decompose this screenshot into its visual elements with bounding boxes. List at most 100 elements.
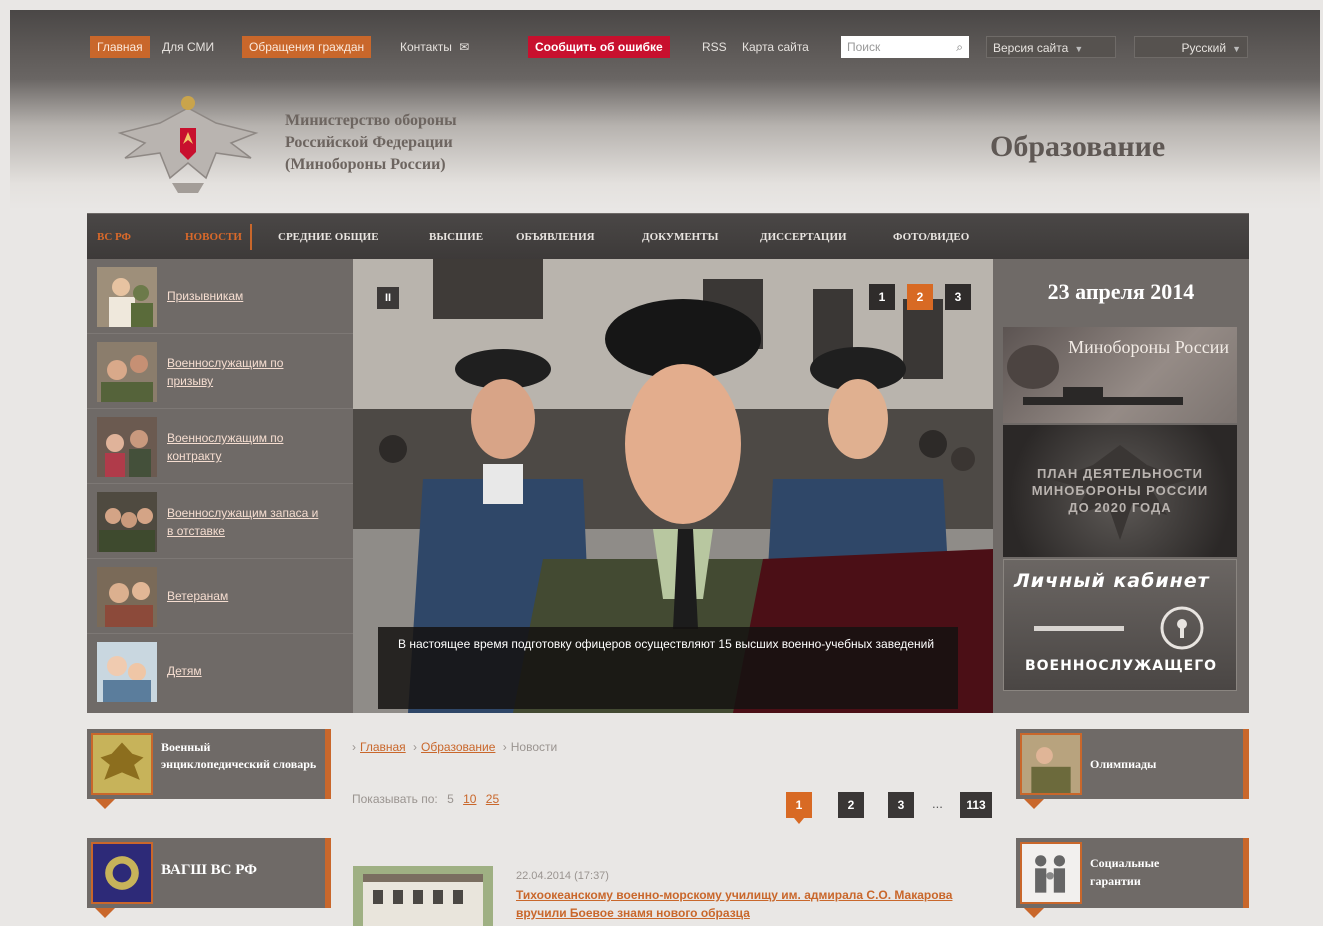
category-label: Военнослужащим по контракту xyxy=(167,431,284,463)
activity-plan-line-2: МИНОБОРОНЫ РОССИИ xyxy=(1031,483,1209,498)
veterans-photo xyxy=(97,567,157,627)
emblem-icon xyxy=(91,733,153,795)
main-nav: ВС РФ Новости Средние общие Высшие Объяв… xyxy=(87,213,1249,259)
site-version-label: Версия сайта xyxy=(993,41,1069,55)
category-item[interactable]: Военнослужащим по контракту xyxy=(87,409,353,484)
chevron-down-icon: ▼ xyxy=(1232,44,1241,54)
per-page-option-10[interactable]: 10 xyxy=(463,792,476,806)
double-eagle-emblem-icon[interactable] xyxy=(110,88,266,198)
rss-link[interactable]: RSS xyxy=(702,36,727,58)
category-item[interactable]: Призывникам xyxy=(87,259,353,334)
box-tail xyxy=(1024,908,1044,918)
sitemap-link[interactable]: Карта сайта xyxy=(742,36,809,58)
category-label: Детям xyxy=(167,664,202,678)
nav-item-documents[interactable]: Документы xyxy=(642,214,718,260)
page-button-active[interactable]: 1 xyxy=(786,792,812,824)
breadcrumb-news: Новости xyxy=(510,740,558,754)
personal-account-banner[interactable]: Личный кабинет ВОЕННОСЛУЖАЩЕГО xyxy=(1003,559,1237,691)
media-link[interactable]: Для СМИ xyxy=(162,36,214,58)
language-label: Русский xyxy=(1181,41,1227,55)
activity-plan-banner[interactable]: ПЛАН ДЕЯТЕЛЬНОСТИ МИНОБОРОНЫ РОССИИ ДО 2… xyxy=(1003,425,1237,557)
per-page-option-25[interactable]: 25 xyxy=(486,792,499,806)
search-icon[interactable]: ⌕ xyxy=(956,36,963,58)
site-header: Министерство обороны Российской Федераци… xyxy=(10,80,1320,210)
search-placeholder: Поиск xyxy=(847,40,881,54)
news-title-link[interactable]: Тихоокеанскому военно-морскому училищу и… xyxy=(516,886,986,922)
activity-plan-text: ПЛАН ДЕЯТЕЛЬНОСТИ МИНОБОРОНЫ РОССИИ ДО 2… xyxy=(1003,465,1237,516)
slider-page-button[interactable]: 1 xyxy=(869,284,895,310)
dictionary-box[interactable]: Военный энциклопедический словарь xyxy=(87,729,331,809)
academy-badge-icon xyxy=(91,842,153,904)
category-item[interactable]: Военнослужащим по призыву xyxy=(87,334,353,409)
conscript-soldiers-photo xyxy=(97,342,157,402)
ministry-banner[interactable]: Минобороны России xyxy=(1003,327,1237,423)
nav-item-dissertations[interactable]: Диссертации xyxy=(760,214,847,260)
nav-divider xyxy=(250,224,252,250)
news-thumbnail[interactable] xyxy=(353,866,493,926)
ministry-banner-text: Минобороны России xyxy=(1068,337,1229,357)
pagination-ellipsis: ... xyxy=(932,796,943,811)
ministry-line-1: Министерство обороны xyxy=(285,112,457,129)
nav-item-secondary[interactable]: Средние общие xyxy=(278,214,379,260)
slider-page-button[interactable]: 3 xyxy=(945,284,971,310)
vagsh-box[interactable]: ВАГШ ВС РФ xyxy=(87,838,331,918)
students-photo-icon xyxy=(1020,733,1082,795)
language-select[interactable]: Русский ▼ xyxy=(1134,36,1248,58)
family-icon xyxy=(1020,842,1082,904)
conscripts-photo xyxy=(97,267,157,327)
news-date: 22.04.2014 (17:37) xyxy=(516,870,609,882)
breadcrumb-education[interactable]: Образование xyxy=(421,740,495,754)
olympiads-box[interactable]: Олимпиады xyxy=(1016,729,1249,809)
contacts-label: Контакты xyxy=(400,40,452,54)
olympiads-label: Олимпиады xyxy=(1090,757,1157,771)
breadcrumb: › Главная › Образование › Новости xyxy=(352,740,558,754)
box-tail xyxy=(95,799,115,809)
pause-button[interactable]: II xyxy=(377,287,399,309)
ministry-line-3: (Минобороны России) xyxy=(285,156,446,173)
per-page-option-5[interactable]: 5 xyxy=(447,792,454,806)
dictionary-label: Военный энциклопедический словарь xyxy=(161,740,317,771)
current-date: 23 апреля 2014 xyxy=(1047,279,1195,304)
category-item[interactable]: Военнослужащим запаса и в отставке xyxy=(87,484,353,559)
nav-item-higher[interactable]: Высшие xyxy=(429,214,483,260)
activity-plan-line-3: ДО 2020 ГОДА xyxy=(1068,500,1172,515)
category-label: Военнослужащим по призыву xyxy=(167,356,284,388)
ministry-line-2: Российской Федерации xyxy=(285,134,453,151)
page-button-last[interactable]: 113 xyxy=(960,792,992,818)
report-error-button[interactable]: Сообщить об ошибке xyxy=(528,36,670,58)
breadcrumb-home[interactable]: Главная xyxy=(360,740,406,754)
personal-account-subtitle: ВОЕННОСЛУЖАЩЕГО xyxy=(1024,658,1218,674)
social-guarantees-box[interactable]: Социальные гарантии xyxy=(1016,838,1249,918)
box-tail xyxy=(1024,799,1044,809)
page-button[interactable]: 2 xyxy=(838,792,864,818)
page-button[interactable]: 3 xyxy=(888,792,914,818)
slider-page-button-active[interactable]: 2 xyxy=(907,284,933,310)
vagsh-label: ВАГШ ВС РФ xyxy=(161,862,258,878)
contract-soldiers-photo xyxy=(97,417,157,477)
nav-item-news[interactable]: Новости xyxy=(185,214,242,260)
key-lock-icon xyxy=(1034,606,1204,650)
reserve-soldiers-photo xyxy=(97,492,157,552)
ministry-name: Министерство обороны Российской Федераци… xyxy=(285,110,457,176)
per-page-selector: Показывать по: 5 10 25 xyxy=(352,792,499,806)
category-label: Военнослужащим запаса и в отставке xyxy=(167,506,319,538)
appeals-link[interactable]: Обращения граждан xyxy=(242,36,372,58)
slider-caption[interactable]: В настоящее время подготовку офицеров ос… xyxy=(378,627,958,709)
children-photo xyxy=(97,642,157,702)
category-label: Ветеранам xyxy=(167,589,229,603)
site-version-select[interactable]: Версия сайта ▼ xyxy=(986,36,1116,58)
nav-item-photo-video[interactable]: Фото/видео xyxy=(893,214,969,260)
activity-plan-line-1: ПЛАН ДЕЯТЕЛЬНОСТИ xyxy=(1036,466,1204,481)
category-item[interactable]: Ветеранам xyxy=(87,559,353,634)
search-input[interactable]: Поиск ⌕ xyxy=(841,36,969,58)
chevron-down-icon: ▼ xyxy=(1074,44,1084,54)
news-slider[interactable]: II 1 2 3 В настоящее время подготовку оф… xyxy=(353,259,993,713)
box-tail xyxy=(95,908,115,918)
contacts-link[interactable]: Контакты ✉ xyxy=(400,36,469,58)
nav-item-vs-rf[interactable]: ВС РФ xyxy=(97,214,131,260)
nav-item-announcements[interactable]: Объявления xyxy=(516,214,595,260)
home-link[interactable]: Главная xyxy=(90,36,150,58)
category-label: Призывникам xyxy=(167,289,244,303)
category-item[interactable]: Детям xyxy=(87,634,353,709)
right-sidebar: 23 апреля 2014 Минобороны России ПЛАН ДЕ… xyxy=(993,259,1249,713)
